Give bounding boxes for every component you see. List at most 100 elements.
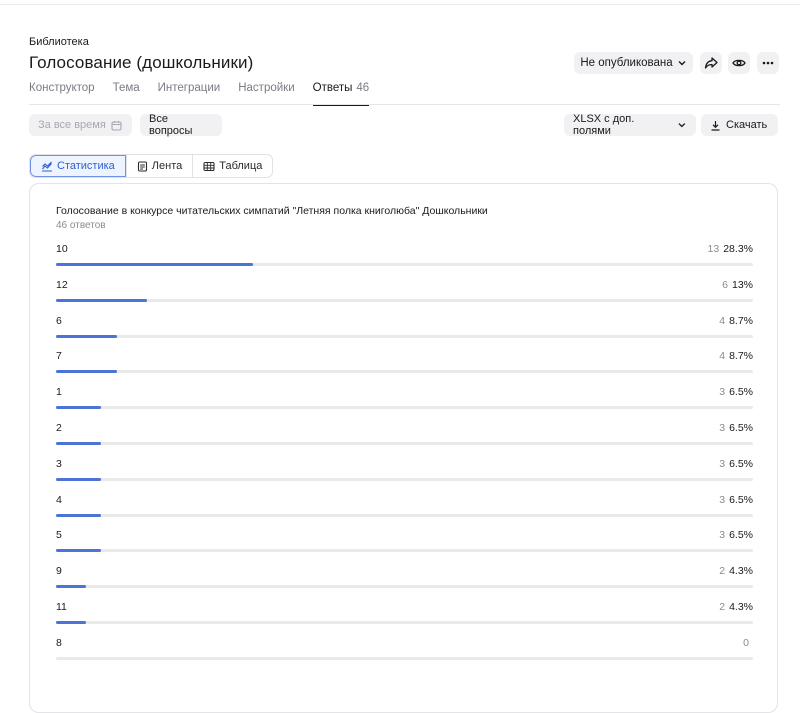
answer-bar-fill (56, 334, 117, 338)
answer-stats: 0 (743, 637, 753, 649)
answer-label: 2 (56, 422, 62, 434)
answer-label: 4 (56, 493, 62, 506)
answer-row-10: 10 13 28.3% (56, 243, 753, 273)
answer-row-2: 2 3 6.5% (56, 422, 753, 452)
answer-stats: 13 28.3% (708, 243, 753, 255)
tabs: Конструктор Тема Интеграции Настройки От… (29, 82, 387, 106)
answer-count: 4 (719, 350, 726, 363)
publish-status-dropdown[interactable]: Не опубликована (574, 52, 693, 74)
questions-filter[interactable]: Все вопросы (140, 113, 222, 137)
answer-count: 3 (719, 493, 726, 506)
answer-bar-track (56, 298, 753, 302)
answer-bar-fill (56, 406, 102, 410)
answer-percent: 13% (731, 278, 753, 291)
answer-count: 3 (719, 529, 726, 542)
answer-percent: 8.7% (729, 314, 753, 327)
period-filter[interactable]: За все время (29, 114, 132, 136)
tab-settings[interactable]: Настройки (238, 82, 294, 104)
breadcrumb[interactable]: Библиотека (29, 36, 89, 48)
answer-bar-track (56, 621, 753, 624)
question-title: Голосование в конкурсе читательских симп… (56, 205, 488, 217)
answer-row-9: 9 2 4.3% (56, 565, 753, 595)
chevron-down-icon (678, 123, 686, 128)
view-switch: Статистика Лента Таблица (29, 154, 274, 178)
answer-row-3: 3 3 6.5% (56, 458, 753, 488)
answer-stats: 3 6.5% (719, 494, 753, 506)
answer-label: 3 (56, 457, 62, 470)
answer-count: 6 (722, 278, 728, 291)
answer-bar-track (56, 585, 753, 589)
preview-button[interactable] (728, 52, 750, 74)
answer-stats: 4 8.7% (719, 315, 753, 327)
chart-icon (42, 161, 52, 172)
share-button[interactable] (700, 52, 722, 74)
publish-status-label: Не опубликована (580, 57, 673, 69)
answer-percent: 8.7% (729, 350, 753, 363)
answer-label: 11 (56, 601, 67, 613)
export-format-dropdown[interactable]: XLSX с доп. полями (564, 113, 696, 137)
answer-count: 2 (719, 565, 726, 578)
answer-row-4: 4 3 6.5% (56, 494, 753, 524)
answer-label: 10 (56, 243, 68, 255)
answer-label: 1 (56, 386, 62, 399)
answer-label: 12 (56, 278, 68, 291)
tab-theme[interactable]: Тема (113, 82, 140, 104)
tab-answers[interactable]: Ответы 46 (312, 82, 370, 106)
answer-bar-track (56, 406, 753, 410)
answer-bar-track (56, 370, 753, 374)
answer-percent: 6.5% (729, 422, 753, 434)
answer-row-1: 1 3 6.5% (56, 386, 753, 416)
answer-bar-track (56, 334, 753, 338)
answer-bar-fill (56, 549, 102, 553)
answer-count: 13 (707, 243, 720, 255)
answer-bar-track (56, 549, 753, 553)
page-title: Голосование (дошкольники) (29, 53, 254, 72)
calendar-icon (111, 120, 122, 131)
answer-percent: 6.5% (729, 457, 753, 470)
answer-label: 6 (56, 314, 62, 327)
answers-count: 46 (356, 82, 370, 94)
view-feed[interactable]: Лента (125, 155, 192, 177)
answer-percent: 4.3% (729, 565, 753, 578)
chevron-down-icon (678, 61, 686, 66)
answer-percent: 6.5% (729, 386, 753, 399)
answer-label: 8 (56, 636, 62, 649)
answer-percent: 6.5% (729, 529, 753, 542)
share-icon (704, 57, 718, 69)
tab-integrations[interactable]: Интеграции (158, 82, 221, 104)
answer-count: 4 (719, 314, 726, 327)
eye-icon (732, 59, 746, 67)
answer-count: 3 (719, 457, 726, 470)
answer-stats: 3 6.5% (719, 386, 753, 398)
answer-count: 0 (743, 636, 749, 649)
answer-bar-fill (56, 442, 102, 445)
answer-row-7: 7 4 8.7% (56, 350, 753, 380)
answer-row-12: 12 6 13% (56, 279, 753, 309)
answer-bar-fill (56, 477, 102, 481)
answer-stats: 6 13% (722, 279, 753, 291)
answer-bar-fill (56, 585, 86, 589)
answer-label: 5 (56, 529, 62, 542)
answer-stats: 2 4.3% (719, 601, 753, 613)
feed-icon (137, 160, 147, 172)
table-icon (203, 161, 215, 171)
answer-bar-fill (56, 298, 147, 302)
tab-constructor[interactable]: Конструктор (29, 82, 95, 104)
answer-row-11: 11 2 4.3% (56, 601, 753, 631)
more-button[interactable] (757, 52, 779, 74)
view-stats[interactable]: Статистика (30, 155, 126, 177)
question-response-count: 46 ответов (56, 220, 106, 231)
tabs-divider (29, 104, 780, 105)
answer-count: 3 (719, 386, 726, 399)
download-button[interactable]: Скачать (701, 114, 778, 136)
answer-row-8: 80 (56, 637, 753, 667)
answer-stats: 2 4.3% (719, 565, 753, 577)
answer-percent: 4.3% (729, 601, 753, 613)
question-stats-card: Голосование в конкурсе читательских симп… (29, 183, 778, 713)
answer-label: 9 (56, 565, 62, 578)
answer-bar-fill (56, 263, 254, 266)
answer-bar-track (56, 513, 753, 517)
view-table[interactable]: Таблица (192, 155, 272, 177)
answer-percent: 6.5% (729, 493, 753, 506)
answer-bar-fill (56, 513, 102, 517)
